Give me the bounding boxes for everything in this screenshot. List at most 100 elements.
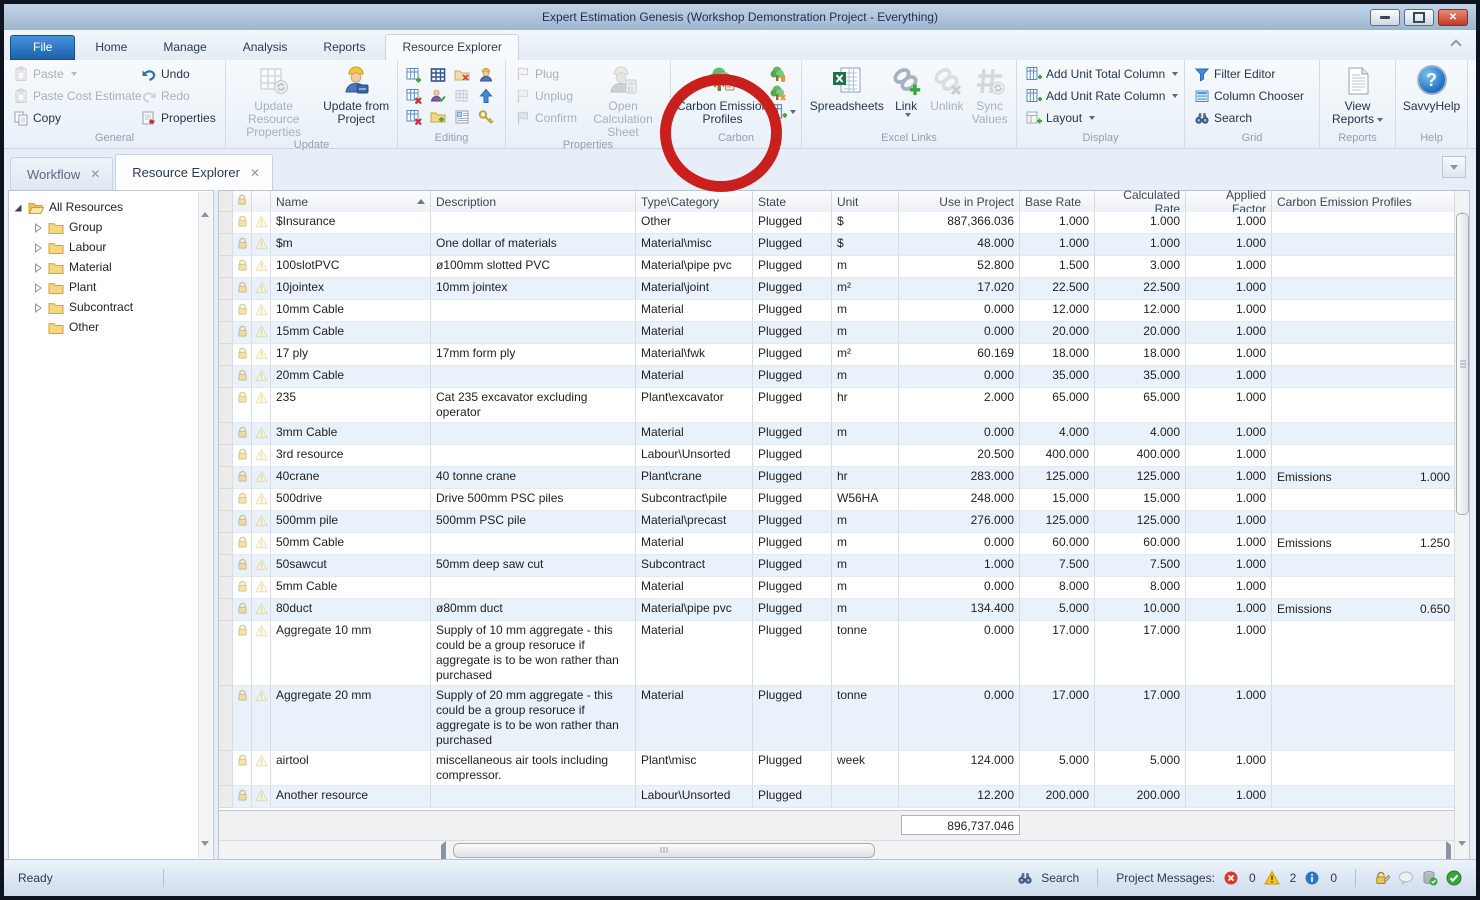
update-resource-properties-button[interactable]: Update Resource Properties xyxy=(231,63,316,139)
lock-column-header[interactable] xyxy=(233,191,252,212)
status-search-button[interactable]: Search xyxy=(1041,871,1079,885)
key-icon[interactable] xyxy=(478,109,494,125)
open-calculation-sheet-button[interactable]: Open Calculation Sheet xyxy=(581,63,665,139)
table-row[interactable]: 50sawcut50mm deep saw cutSubcontractPlug… xyxy=(219,555,1455,577)
table-row[interactable]: 17 ply17mm form plyMaterial\fwkPluggedm²… xyxy=(219,344,1455,366)
table-row[interactable]: 40crane40 tonne cranePlant\cranePluggedh… xyxy=(219,467,1455,489)
row-indicator[interactable] xyxy=(219,300,233,322)
add-row-icon[interactable] xyxy=(406,67,422,83)
tree-item-material[interactable]: Material xyxy=(33,257,209,277)
edit-table-icon[interactable] xyxy=(430,67,446,83)
expand-collapse-icon[interactable] xyxy=(13,202,23,212)
row-indicator[interactable] xyxy=(219,212,233,234)
tree-item-subcontract[interactable]: Subcontract xyxy=(33,297,209,317)
confirm-button[interactable]: Confirm xyxy=(511,107,581,129)
table-row[interactable]: 3mm CableMaterialPluggedm0.0004.0004.000… xyxy=(219,423,1455,445)
tree-item-group[interactable]: Group xyxy=(33,217,209,237)
delete-row-icon[interactable] xyxy=(406,88,422,104)
remove-carbon-profile-icon[interactable] xyxy=(769,84,787,102)
restore-button[interactable] xyxy=(1404,9,1434,26)
copy-button[interactable]: Copy xyxy=(9,107,137,129)
minimize-button[interactable] xyxy=(1370,9,1400,26)
ribbon-tab-home[interactable]: Home xyxy=(79,35,143,60)
expand-icon[interactable] xyxy=(33,222,43,232)
close-tab-icon[interactable]: ✕ xyxy=(250,166,260,180)
tree-item-plant[interactable]: Plant xyxy=(33,277,209,297)
row-indicator[interactable] xyxy=(219,511,233,533)
warning-count-icon[interactable] xyxy=(1264,870,1280,886)
table-row[interactable]: $mOne dollar of materialsMaterial\miscPl… xyxy=(219,234,1455,256)
link-button[interactable]: Link xyxy=(887,63,926,132)
table-row[interactable]: 500mm pile500mm PSC pileMaterial\precast… xyxy=(219,511,1455,533)
close-button[interactable]: ✕ xyxy=(1438,9,1468,26)
column-header-description[interactable]: Description xyxy=(431,191,636,212)
savvyhelp-button[interactable]: ? SavvyHelp xyxy=(1401,63,1462,132)
database-status-icon[interactable] xyxy=(1422,870,1438,886)
carbon-column-icon[interactable] xyxy=(769,103,787,121)
grid-disabled-icon[interactable] xyxy=(454,88,470,104)
row-indicator[interactable] xyxy=(219,278,233,300)
ribbon-tab-analysis[interactable]: Analysis xyxy=(227,35,304,60)
scroll-up-icon[interactable] xyxy=(1458,195,1467,204)
tree-scrollbar[interactable] xyxy=(198,192,212,858)
ribbon-tab-manage[interactable]: Manage xyxy=(147,35,222,60)
ribbon-tab-reports[interactable]: Reports xyxy=(307,35,381,60)
table-row[interactable]: 100slotPVCø100mm slotted PVCMaterial\pip… xyxy=(219,256,1455,278)
error-count-icon[interactable] xyxy=(1223,870,1239,886)
redo-button[interactable]: Redo xyxy=(137,85,220,107)
lock-status-icon[interactable] xyxy=(1374,870,1390,886)
view-reports-button[interactable]: View Reports xyxy=(1325,63,1390,132)
scroll-down-icon[interactable] xyxy=(1458,846,1467,855)
expand-icon[interactable] xyxy=(33,282,43,292)
add-unit-total-column-button[interactable]: Add Unit Total Column xyxy=(1022,63,1182,85)
ribbon-tab-resource-explorer[interactable]: Resource Explorer xyxy=(385,34,518,60)
column-header-state[interactable]: State xyxy=(753,191,832,212)
table-row[interactable]: $InsuranceOtherPlugged$887,366.0361.0001… xyxy=(219,212,1455,234)
validation-ok-icon[interactable] xyxy=(1446,870,1462,886)
error-count[interactable]: 0 xyxy=(1249,871,1256,885)
plug-button[interactable]: Plug xyxy=(511,63,581,85)
table-row[interactable]: 500driveDrive 500mm PSC pilesSubcontract… xyxy=(219,489,1455,511)
form-list-icon[interactable] xyxy=(454,109,470,125)
properties-button[interactable]: Properties xyxy=(137,107,220,129)
horizontal-scroll-thumb[interactable] xyxy=(453,843,875,858)
column-header-use-in-project[interactable]: Use in Project xyxy=(899,191,1020,212)
add-folder-icon[interactable] xyxy=(430,109,446,125)
ribbon-tab-file[interactable]: File xyxy=(10,35,75,60)
tab-workflow[interactable]: Workflow✕ xyxy=(10,157,113,190)
warning-count[interactable]: 2 xyxy=(1290,871,1297,885)
unplug-button[interactable]: Unplug xyxy=(511,85,581,107)
spreadsheets-button[interactable]: Spreadsheets xyxy=(807,63,887,132)
tree-item-other[interactable]: Other xyxy=(33,317,209,337)
dropdown-arrow-icon[interactable] xyxy=(790,110,796,114)
search-button[interactable]: Search xyxy=(1190,107,1308,129)
warning-column-header[interactable] xyxy=(252,191,271,212)
horizontal-scrollbar[interactable] xyxy=(219,840,1455,859)
paste-cost-estimate-button[interactable]: Paste Cost Estimate xyxy=(9,85,137,107)
row-indicator[interactable] xyxy=(219,786,233,808)
tree-item-labour[interactable]: Labour xyxy=(33,237,209,257)
carbon-emission-profiles-button[interactable]: Carbon Emission Profiles xyxy=(676,63,769,132)
delete-table-icon[interactable] xyxy=(406,109,422,125)
add-carbon-profile-icon[interactable] xyxy=(769,65,787,83)
row-indicator[interactable] xyxy=(219,533,233,555)
row-indicator[interactable] xyxy=(219,234,233,256)
move-up-icon[interactable] xyxy=(478,88,494,104)
sync-values-button[interactable]: Sync Values xyxy=(968,63,1011,132)
table-row[interactable]: Another resourceLabour\UnsortedPlugged12… xyxy=(219,786,1455,808)
table-row[interactable]: Aggregate 20 mmSupply of 20 mm aggregate… xyxy=(219,686,1455,751)
info-count-icon[interactable] xyxy=(1304,870,1320,886)
approve-user-icon[interactable] xyxy=(430,88,446,104)
row-indicator[interactable] xyxy=(219,445,233,467)
update-from-project-button[interactable]: Update from Project xyxy=(320,63,392,139)
table-row[interactable]: Aggregate 10 mmSupply of 10 mm aggregate… xyxy=(219,621,1455,686)
table-row[interactable]: 80ductø80mm ductMaterial\pipe pvcPlugged… xyxy=(219,599,1455,621)
row-indicator[interactable] xyxy=(219,423,233,445)
filter-editor-button[interactable]: Filter Editor xyxy=(1190,63,1308,85)
tab-list-dropdown[interactable] xyxy=(1442,156,1466,178)
row-indicator[interactable] xyxy=(219,686,233,751)
undo-button[interactable]: Undo xyxy=(137,63,220,85)
row-indicator[interactable] xyxy=(219,577,233,599)
add-unit-rate-column-button[interactable]: Add Unit Rate Column xyxy=(1022,85,1182,107)
column-header-applied-factor[interactable]: Applied Factor xyxy=(1186,191,1272,212)
